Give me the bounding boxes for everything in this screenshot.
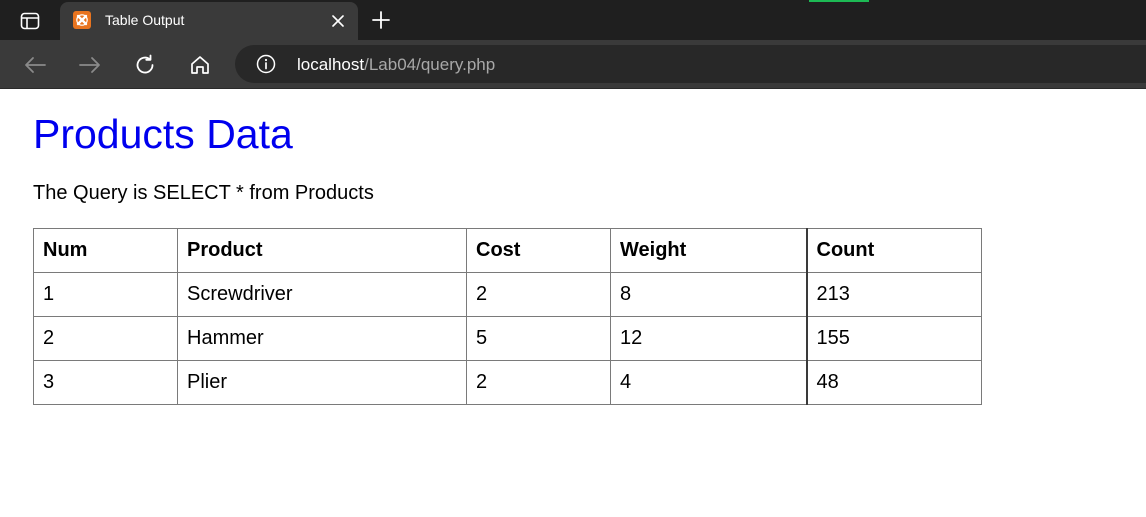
page-content: Products Data The Query is SELECT * from… [0,90,1146,517]
cell-product: Hammer [178,317,467,361]
close-tab-icon[interactable] [328,11,348,31]
cell-count: 48 [807,361,982,405]
browser-tab-strip: Table Output [0,0,1146,40]
column-header-product: Product [178,229,467,273]
table-row: 2 Hammer 5 12 155 [34,317,982,361]
cell-weight: 8 [611,273,807,317]
url-path: /Lab04/query.php [364,55,495,74]
table-header-row: Num Product Cost Weight Count [34,229,982,273]
page-title: Products Data [33,110,293,158]
cell-weight: 12 [611,317,807,361]
cell-weight: 4 [611,361,807,405]
query-text: The Query is SELECT * from Products [33,181,374,205]
new-tab-icon[interactable] [367,6,395,34]
cell-cost: 2 [467,361,611,405]
tab-actions-icon[interactable] [14,8,46,34]
url-text[interactable]: localhost/Lab04/query.php [297,55,495,74]
cell-cost: 5 [467,317,611,361]
address-bar[interactable]: localhost/Lab04/query.php [235,45,1146,83]
column-header-cost: Cost [467,229,611,273]
cell-num: 2 [34,317,178,361]
tab-title: Table Output [105,12,184,29]
cell-num: 3 [34,361,178,405]
cell-cost: 2 [467,273,611,317]
browser-toolbar: localhost/Lab04/query.php [0,40,1146,89]
cell-product: Screwdriver [178,273,467,317]
home-icon[interactable] [185,50,215,80]
status-indicator [809,0,869,2]
active-tab[interactable]: Table Output [60,2,358,40]
url-host: localhost [297,55,364,74]
forward-arrow-icon[interactable] [75,50,105,80]
xampp-icon [73,11,91,29]
back-arrow-icon[interactable] [20,50,50,80]
table-row: 3 Plier 2 4 48 [34,361,982,405]
column-header-count: Count [807,229,982,273]
table-row: 1 Screwdriver 2 8 213 [34,273,982,317]
refresh-icon[interactable] [130,50,160,80]
cell-count: 155 [807,317,982,361]
cell-count: 213 [807,273,982,317]
cell-product: Plier [178,361,467,405]
column-header-num: Num [34,229,178,273]
column-header-weight: Weight [611,229,807,273]
site-info-icon[interactable] [256,54,276,74]
cell-num: 1 [34,273,178,317]
products-table: Num Product Cost Weight Count 1 Screwdri… [33,228,982,405]
